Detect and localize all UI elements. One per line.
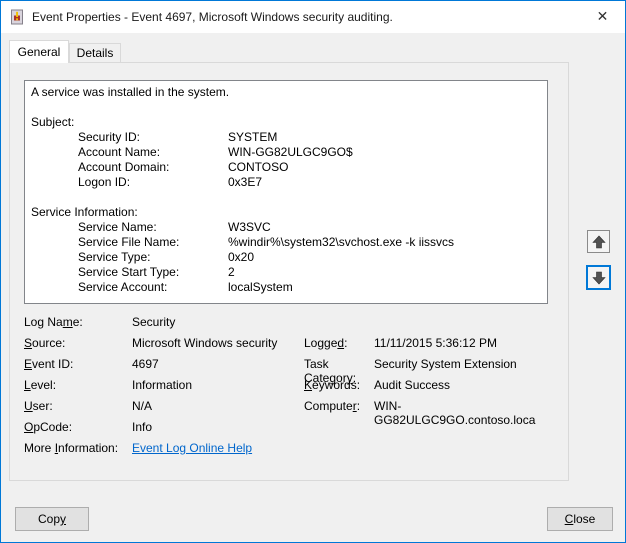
source-value: Microsoft Windows security <box>132 336 304 350</box>
event-properties-dialog: Event Properties - Event 4697, Microsoft… <box>0 0 626 543</box>
window-title: Event Properties - Event 4697, Microsoft… <box>32 10 393 24</box>
service-account-value: localSystem <box>228 280 541 295</box>
security-id-value: SYSTEM <box>228 130 541 145</box>
service-type-label: Service Type: <box>31 250 228 265</box>
event-log-icon <box>9 9 25 25</box>
source-label: Source: <box>24 336 132 350</box>
service-row: Service Type: 0x20 <box>31 250 541 265</box>
close-icon[interactable]: ✕ <box>580 1 625 32</box>
event-summary: A service was installed in the system. <box>31 85 541 100</box>
task-category-value: Security System Extension <box>374 357 562 371</box>
keywords-label: Keywords: <box>304 378 374 392</box>
service-account-label: Service Account: <box>31 280 228 295</box>
up-arrow-icon <box>592 235 606 249</box>
event-id-label: Event ID: <box>24 357 132 371</box>
close-button[interactable]: Close <box>547 507 613 531</box>
tab-details[interactable]: Details <box>69 43 121 63</box>
subject-row: Logon ID: 0x3E7 <box>31 175 541 190</box>
titlebar: Event Properties - Event 4697, Microsoft… <box>1 1 625 33</box>
computer-label: Computer: <box>304 399 374 413</box>
service-start-type-value: 2 <box>228 265 541 280</box>
service-row: Service Start Type: 2 <box>31 265 541 280</box>
service-name-value: W3SVC <box>228 220 541 235</box>
previous-event-button[interactable] <box>587 230 610 253</box>
logon-id-label: Logon ID: <box>31 175 228 190</box>
log-name-value: Security <box>132 315 304 329</box>
subject-row: Security ID: SYSTEM <box>31 130 541 145</box>
opcode-label: OpCode: <box>24 420 132 434</box>
event-description-box: A service was installed in the system. S… <box>24 80 548 304</box>
account-domain-value: CONTOSO <box>228 160 541 175</box>
logged-label: Logged: <box>304 336 374 350</box>
opcode-value: Info <box>132 420 304 434</box>
log-name-label: Log Name: <box>24 315 132 329</box>
service-file-name-label: Service File Name: <box>31 235 228 250</box>
event-log-online-help-link[interactable]: Event Log Online Help <box>132 441 252 455</box>
service-information-header: Service Information: <box>31 205 541 220</box>
service-row: Service Name: W3SVC <box>31 220 541 235</box>
service-start-type-label: Service Start Type: <box>31 265 228 280</box>
tab-general[interactable]: General <box>9 40 69 63</box>
service-row: Service File Name: %windir%\system32\svc… <box>31 235 541 250</box>
user-label: User: <box>24 399 132 413</box>
service-name-label: Service Name: <box>31 220 228 235</box>
account-domain-label: Account Domain: <box>31 160 228 175</box>
user-value: N/A <box>132 399 304 413</box>
logon-id-value: 0x3E7 <box>228 175 541 190</box>
keywords-value: Audit Success <box>374 378 562 392</box>
subject-header: Subject: <box>31 115 541 130</box>
account-name-value: WIN-GG82ULGC9GO$ <box>228 145 541 160</box>
general-tab-page: A service was installed in the system. S… <box>9 62 569 481</box>
copy-button[interactable]: Copy <box>15 507 89 531</box>
service-row: Service Account: localSystem <box>31 280 541 295</box>
computer-value: WIN-GG82ULGC9GO.contoso.loca <box>374 399 562 427</box>
down-arrow-icon <box>592 271 606 285</box>
service-file-name-value: %windir%\system32\svchost.exe -k iissvcs <box>228 235 541 250</box>
event-details-grid: Log Name: Security Source: Microsoft Win… <box>24 315 562 462</box>
level-label: Level: <box>24 378 132 392</box>
subject-row: Account Domain: CONTOSO <box>31 160 541 175</box>
logged-value: 11/11/2015 5:36:12 PM <box>374 336 562 350</box>
service-type-value: 0x20 <box>228 250 541 265</box>
next-event-button[interactable] <box>586 265 611 290</box>
level-value: Information <box>132 378 304 392</box>
subject-row: Account Name: WIN-GG82ULGC9GO$ <box>31 145 541 160</box>
security-id-label: Security ID: <box>31 130 228 145</box>
more-information-label: More Information: <box>24 441 132 455</box>
event-id-value: 4697 <box>132 357 304 371</box>
account-name-label: Account Name: <box>31 145 228 160</box>
